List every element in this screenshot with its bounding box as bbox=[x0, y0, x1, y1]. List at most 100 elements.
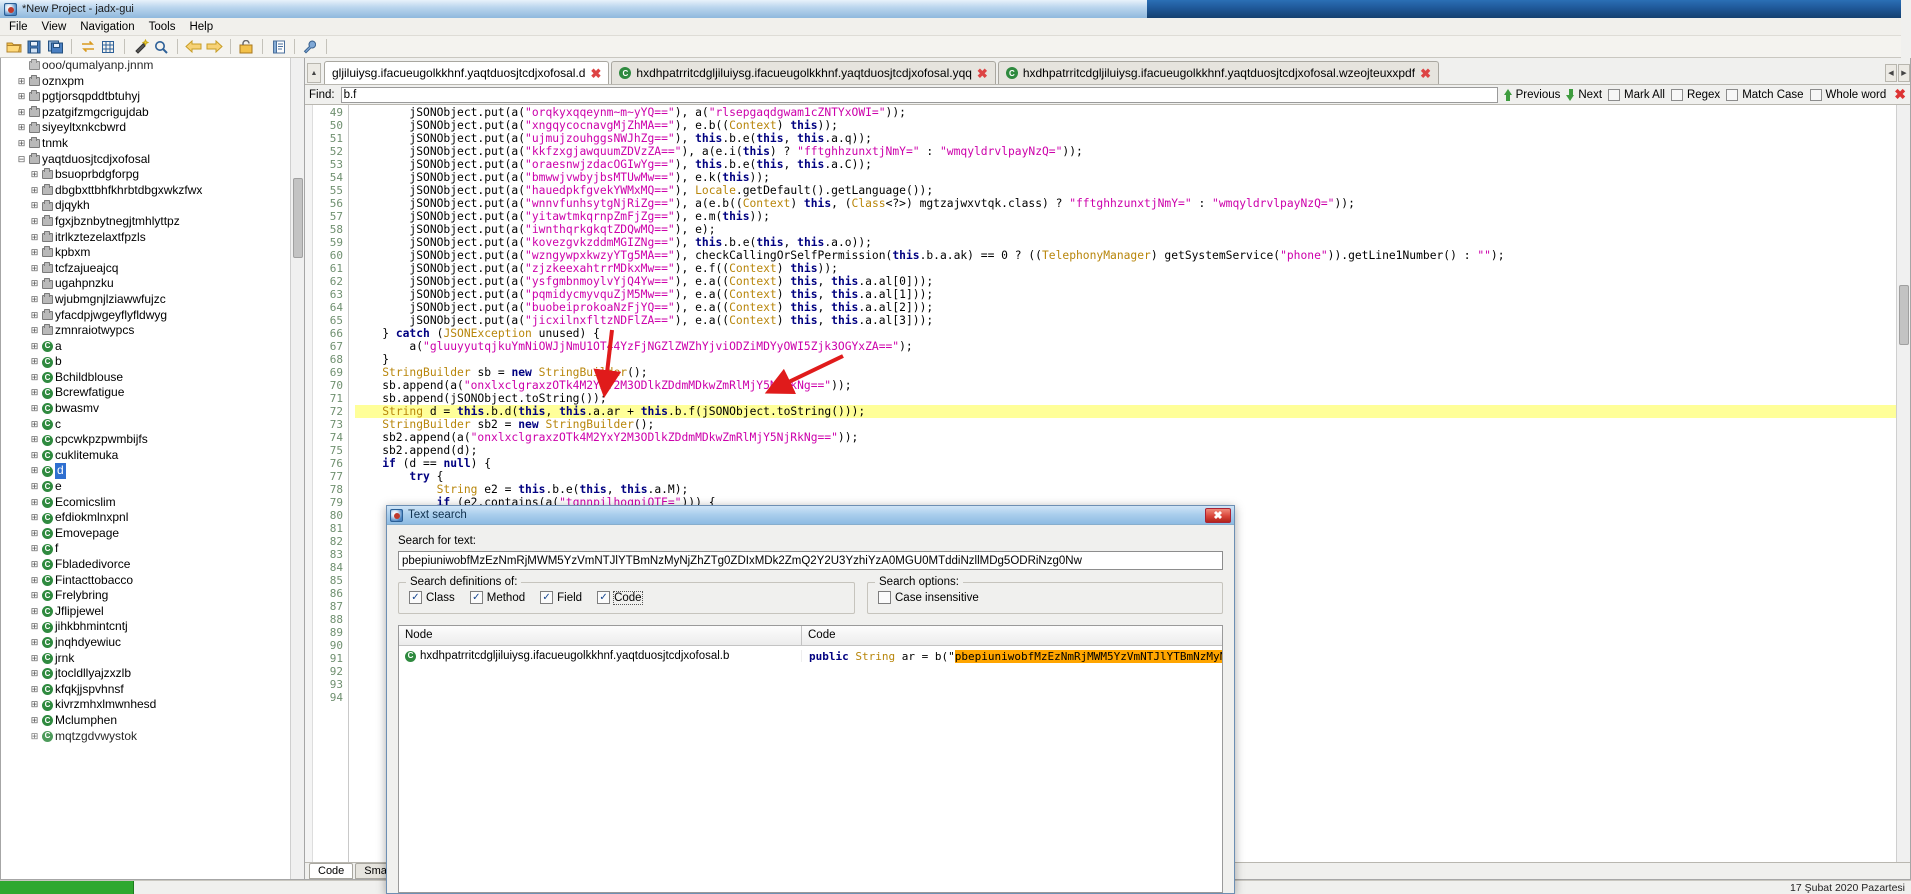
expand-icon[interactable]: ⊞ bbox=[29, 261, 40, 277]
expand-icon[interactable]: ⊞ bbox=[16, 74, 27, 90]
expand-icon[interactable]: ⊞ bbox=[29, 339, 40, 355]
tree-node[interactable]: ⊞ Ce bbox=[3, 479, 304, 495]
close-icon[interactable]: ✖ bbox=[1420, 67, 1431, 80]
code-scrollbar-thumb[interactable] bbox=[1899, 285, 1909, 345]
tree-node[interactable]: ⊞ C Bcrewfatigue bbox=[3, 385, 304, 401]
code-line[interactable]: if (d == null) { bbox=[355, 457, 1910, 470]
expand-icon[interactable]: ⊞ bbox=[29, 245, 40, 261]
code-line[interactable]: String e2 = this.b.e(this, this.a.M); bbox=[355, 483, 1910, 496]
tree-node[interactable]: ⊞ oznxpm bbox=[3, 74, 304, 90]
tree-node[interactable]: ⊞ itrlkztezelaxtfpzls bbox=[3, 230, 304, 246]
tree-node[interactable]: ⊞ C Bchildblouse bbox=[3, 370, 304, 386]
expand-icon[interactable]: ⊞ bbox=[16, 89, 27, 105]
expand-icon[interactable]: ⊞ bbox=[29, 401, 40, 417]
code-line[interactable]: jSONObject.put(a("iwnthqrkgkqtZDQwMQ==")… bbox=[355, 223, 1910, 236]
expand-icon[interactable]: ⊞ bbox=[16, 105, 27, 121]
tree-node[interactable]: ⊞ kpbxm bbox=[3, 245, 304, 261]
code-line[interactable]: jSONObject.put(a("jicxilnxfltzNDFlZA==")… bbox=[355, 314, 1910, 327]
code-line[interactable]: sb2.append(a("onxlxclgraxzOTk4M2YxY2M3OD… bbox=[355, 431, 1910, 444]
tree-node[interactable]: ⊞ Cf bbox=[3, 541, 304, 557]
tree-node[interactable]: ⊞ Cbwasmv bbox=[3, 401, 304, 417]
code-line[interactable]: jSONObject.put(a("kovezgvkzddmMGIZNg==")… bbox=[355, 236, 1910, 249]
expand-icon[interactable]: ⊞ bbox=[29, 432, 40, 448]
expand-icon[interactable]: ⊞ bbox=[29, 463, 40, 479]
code-line[interactable]: jSONObject.put(a("hauedpkfgvekYWMxMQ==")… bbox=[355, 184, 1910, 197]
code-vertical-scrollbar[interactable] bbox=[1896, 105, 1910, 862]
expand-icon[interactable]: ⊞ bbox=[29, 588, 40, 604]
decompile-icon[interactable] bbox=[237, 37, 256, 56]
find-whole-word-checkbox[interactable]: Whole word bbox=[1809, 88, 1886, 101]
column-header-code[interactable]: Code bbox=[802, 626, 842, 645]
code-line[interactable]: jSONObject.put(a("zjzkeexahtrrMDkxMw==")… bbox=[355, 262, 1910, 275]
tree-node[interactable]: ⊞ Cc bbox=[3, 417, 304, 433]
tree-node[interactable]: ⊞ Ccpcwkpzpwmbijfs bbox=[3, 432, 304, 448]
code-line[interactable]: sb2.append(d); bbox=[355, 444, 1910, 457]
tree-node[interactable]: ⊞ pzatgifzmgcrigujdab bbox=[3, 105, 304, 121]
checkbox-method[interactable]: ✓ Method bbox=[469, 591, 525, 604]
expand-icon[interactable]: ⊞ bbox=[29, 214, 40, 230]
tree-node[interactable]: ⊞ djqykh bbox=[3, 198, 304, 214]
log-icon[interactable] bbox=[269, 37, 288, 56]
tree-node[interactable]: ⊞ zmnraiotwypcs bbox=[3, 323, 304, 339]
tab-scroll-left-icon[interactable]: ◀ bbox=[1885, 64, 1897, 82]
expand-icon[interactable]: ⊞ bbox=[29, 495, 40, 511]
tree-node[interactable]: ⊞ C Ecomicslim bbox=[3, 495, 304, 511]
close-icon[interactable]: ✖ bbox=[1205, 507, 1231, 523]
tree-node[interactable]: ooo/qumalyanp.jnnm bbox=[3, 58, 304, 74]
expand-icon[interactable]: ⊞ bbox=[29, 354, 40, 370]
tree-node[interactable]: ⊞ Ckivrzmhxlmwnhesd bbox=[3, 697, 304, 713]
expand-icon[interactable]: ⊞ bbox=[29, 198, 40, 214]
menu-view[interactable]: View bbox=[35, 20, 74, 34]
close-icon[interactable]: ✖ bbox=[977, 67, 988, 80]
code-line[interactable]: jSONObject.put(a("xngqycocnavgMjZhMA==")… bbox=[355, 119, 1910, 132]
tree-node[interactable]: ⊞ wjubmgnjlziawwfujzc bbox=[3, 292, 304, 308]
tree-node[interactable]: ⊞ Cjihkbhmintcntj bbox=[3, 619, 304, 635]
tree-node[interactable]: ⊞ Cd bbox=[3, 463, 304, 480]
tree-node[interactable]: ⊞ dbgbxttbhfkhrbtdbgxwkzfwx bbox=[3, 183, 304, 199]
code-line[interactable]: jSONObject.put(a("pqmidycmyvquZjM5Mw==")… bbox=[355, 288, 1910, 301]
checkbox-class[interactable]: ✓ Class bbox=[409, 591, 455, 604]
tree-node[interactable]: ⊞ Cefdiokmlnxpnl bbox=[3, 510, 304, 526]
tree-node[interactable]: ⊞ C Frelybring bbox=[3, 588, 304, 604]
class-tree-panel[interactable]: ooo/qumalyanp.jnnm ⊞ oznxpm ⊞ pgtjorsqpddtbt… bbox=[0, 58, 305, 880]
tree-node[interactable]: ⊞ Ccuklitemuka bbox=[3, 448, 304, 464]
editor-tab[interactable]: Chxdhpatrritcdgljiluiysg.ifacueugolkkhnf… bbox=[611, 61, 996, 84]
checkbox-case-insensitive[interactable]: Case insensitive bbox=[878, 591, 979, 604]
text-search-dialog[interactable]: Text search ✖ Search for text: Search de… bbox=[386, 505, 1235, 894]
tree-node[interactable]: ⊟ yaqtduosjtcdjxofosal bbox=[3, 152, 304, 168]
editor-tab[interactable]: Chxdhpatrritcdgljiluiysg.ifacueugolkkhnf… bbox=[997, 61, 1439, 84]
expand-icon[interactable]: ⊞ bbox=[29, 370, 40, 386]
tree-node[interactable]: ⊞ yfacdpjwgeyflyfldwyg bbox=[3, 308, 304, 324]
code-line[interactable]: jSONObject.put(a("orqkyxqqeynm~m~yYQ==")… bbox=[355, 106, 1910, 119]
expand-icon[interactable]: ⊞ bbox=[29, 417, 40, 433]
result-code-cell[interactable]: public String ar = b("pbepiuniwobfMzEzNm… bbox=[802, 649, 1222, 663]
find-mark-all-checkbox[interactable]: Mark All bbox=[1608, 88, 1665, 101]
checkbox-code[interactable]: ✓ Code bbox=[597, 590, 643, 605]
tab-code[interactable]: Code bbox=[309, 863, 354, 879]
expand-icon[interactable]: ⊞ bbox=[29, 619, 40, 635]
find-input[interactable] bbox=[340, 86, 1498, 103]
forward-arrow-icon[interactable] bbox=[205, 37, 224, 56]
checkbox-field[interactable]: ✓ Field bbox=[540, 591, 582, 604]
tree-node[interactable]: ⊞ Cb bbox=[3, 354, 304, 370]
expand-icon[interactable]: ⊞ bbox=[29, 292, 40, 308]
expand-icon[interactable]: ⊞ bbox=[29, 276, 40, 292]
code-line[interactable]: jSONObject.put(a("ysfgmbnmoylvYjQ4Yw==")… bbox=[355, 275, 1910, 288]
code-line[interactable]: a("gluuyyutqjkuYmNiOWJjNmU1OT44YzFjNGZlZ… bbox=[355, 340, 1910, 353]
code-line[interactable]: } catch (JSONException unused) { bbox=[355, 327, 1910, 340]
export-gradle-icon[interactable] bbox=[46, 37, 65, 56]
code-line[interactable]: sb.append(a("onxlxclgraxzOTk4M2YxY2M3ODl… bbox=[355, 379, 1910, 392]
expand-icon[interactable]: ⊞ bbox=[29, 604, 40, 620]
search-input[interactable] bbox=[398, 551, 1223, 570]
code-line[interactable]: String d = this.b.d(this, this.a.ar + th… bbox=[355, 405, 1910, 418]
expand-icon[interactable]: ⊞ bbox=[29, 635, 40, 651]
code-line[interactable]: jSONObject.put(a("wnnvfunhsytgNjRiZg==")… bbox=[355, 197, 1910, 210]
editor-tabs[interactable]: gljiluiysg.ifacueugolkkhnf.yaqtduosjtcdj… bbox=[324, 61, 1441, 84]
tree-node[interactable]: ⊞ Cjtocldllyajzxzlb bbox=[3, 666, 304, 682]
tree-node[interactable]: ⊞ ugahpnzku bbox=[3, 276, 304, 292]
tree-node[interactable]: ⊞ siyeyltxnkcbwrd bbox=[3, 120, 304, 136]
editor-tab[interactable]: gljiluiysg.ifacueugolkkhnf.yaqtduosjtcdj… bbox=[324, 61, 610, 84]
tree-node[interactable]: ⊞ fgxjbznbytnegjtmhlyttpz bbox=[3, 214, 304, 230]
tree-node[interactable]: ⊞ Cmqtzgdvwystok bbox=[3, 729, 304, 745]
expand-icon[interactable]: ⊞ bbox=[16, 136, 27, 152]
